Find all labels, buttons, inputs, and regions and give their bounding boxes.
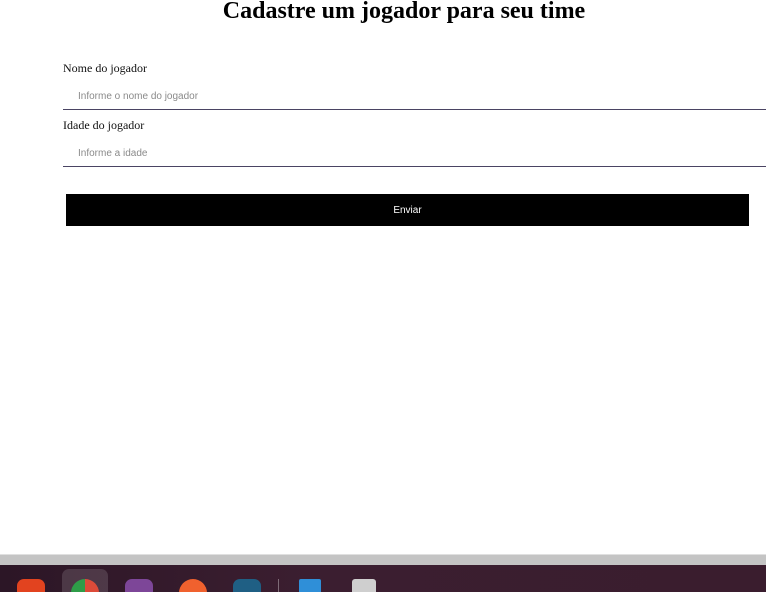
dock-item-tor[interactable] <box>116 569 162 592</box>
player-age-input[interactable] <box>63 141 766 167</box>
dock-item-mysql-workbench[interactable] <box>224 569 270 592</box>
files-icon <box>352 579 376 592</box>
submit-button[interactable]: Enviar <box>66 194 749 226</box>
player-name-input[interactable] <box>63 84 766 110</box>
dock-item-libreoffice-writer[interactable] <box>287 569 333 592</box>
dock-item-chrome[interactable] <box>62 569 108 592</box>
page-title: Cadastre um jogador para seu time <box>222 0 586 24</box>
taskbar-dock <box>0 565 766 592</box>
brave-browser-icon <box>17 579 45 592</box>
postman-icon <box>179 579 207 592</box>
player-age-label: Idade do jogador <box>63 118 145 132</box>
player-name-label: Nome do jogador <box>63 61 147 75</box>
chrome-browser-icon <box>71 579 99 592</box>
tor-browser-icon <box>125 579 153 592</box>
browser-viewport: Cadastre um jogador para seu time Nome d… <box>0 0 766 592</box>
dock-separator <box>278 579 279 592</box>
dock-item-postman[interactable] <box>170 569 216 592</box>
mysql-workbench-icon <box>233 579 261 592</box>
horizontal-scrollbar[interactable] <box>0 554 766 565</box>
dock-item-files[interactable] <box>341 569 387 592</box>
dock-item-brave[interactable] <box>8 569 54 592</box>
libreoffice-writer-icon <box>299 579 321 592</box>
